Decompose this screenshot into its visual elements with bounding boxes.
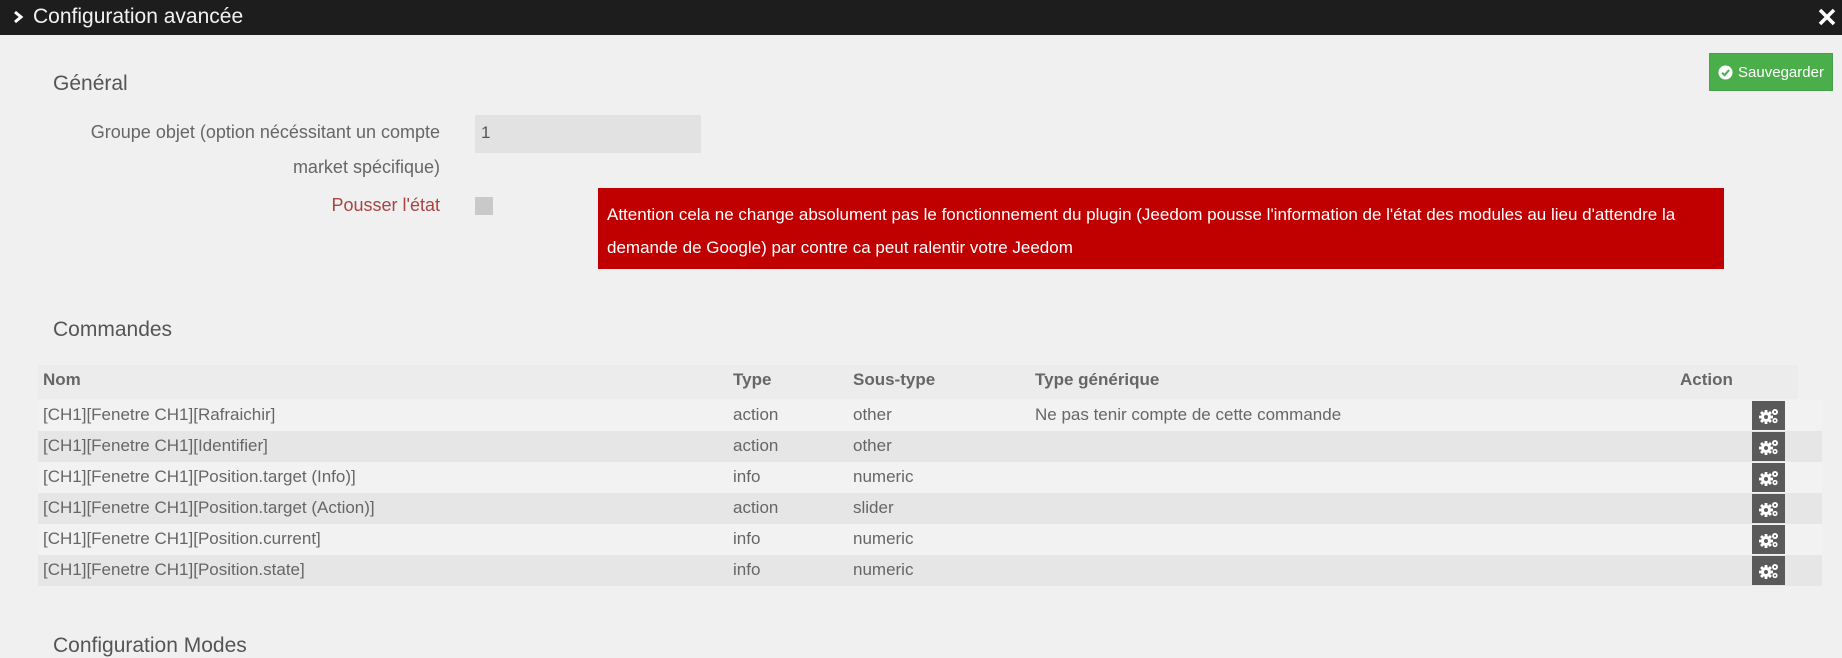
cell-sous-type: numeric	[853, 467, 914, 486]
gears-icon	[1758, 501, 1778, 517]
group-object-label: Groupe objet (option nécéssitant un comp…	[60, 115, 440, 185]
warning-alert: Attention cela ne change absolument pas …	[598, 188, 1724, 269]
group-object-label-line2: market spécifique)	[292, 157, 440, 177]
cell-type: info	[733, 560, 761, 579]
row-settings-button[interactable]	[1752, 525, 1785, 554]
cell-type: info	[733, 529, 761, 548]
gears-icon	[1758, 563, 1778, 579]
gears-icon	[1758, 408, 1778, 424]
row-settings-button[interactable]	[1752, 494, 1785, 523]
cell-type: action	[733, 498, 779, 517]
cell-nom: [CH1][Fenetre CH1][Position.target (Info…	[43, 467, 356, 486]
cell-type: info	[733, 467, 761, 486]
section-title-general: Général	[53, 72, 128, 95]
header-type: Type	[733, 370, 772, 389]
header-type-generique: Type générique	[1035, 370, 1160, 389]
cell-sous-type: other	[853, 436, 892, 455]
header-nom: Nom	[43, 370, 81, 389]
close-icon[interactable]	[1816, 6, 1838, 28]
table-row: [CH1][Fenetre CH1][Position.target (Acti…	[38, 493, 1822, 524]
cell-type: action	[733, 405, 779, 424]
gears-icon	[1758, 470, 1778, 486]
group-object-input[interactable]: 1	[475, 115, 701, 153]
push-state-label: Pousser l'état	[331, 195, 441, 215]
table-row: [CH1][Fenetre CH1][Position.current] inf…	[38, 524, 1822, 555]
commands-table-header: Nom Type Sous-type Type générique Action	[38, 365, 1798, 399]
cell-sous-type: numeric	[853, 560, 914, 579]
cell-sous-type: numeric	[853, 529, 914, 548]
chevron-right-icon	[14, 10, 24, 24]
cell-nom: [CH1][Fenetre CH1][Rafraichir]	[43, 405, 276, 424]
row-settings-button[interactable]	[1752, 463, 1785, 492]
push-state-checkbox[interactable]	[475, 197, 493, 215]
section-title-configuration-modes: Configuration Modes	[53, 634, 247, 657]
cell-nom: [CH1][Fenetre CH1][Position.current]	[43, 529, 321, 548]
header-sous-type: Sous-type	[853, 370, 936, 389]
row-settings-button[interactable]	[1752, 432, 1785, 461]
save-button[interactable]: Sauvegarder	[1709, 53, 1833, 91]
section-title-commandes: Commandes	[53, 318, 173, 341]
cell-sous-type: slider	[853, 498, 894, 517]
table-row: [CH1][Fenetre CH1][Position.state] info …	[38, 555, 1822, 586]
cell-type-generique: Ne pas tenir compte de cette commande	[1035, 405, 1342, 424]
group-object-label-line1: Groupe objet (option nécéssitant un comp…	[90, 122, 440, 142]
cell-type: action	[733, 436, 779, 455]
row-settings-button[interactable]	[1752, 401, 1785, 430]
check-circle-icon	[1718, 64, 1733, 80]
cell-nom: [CH1][Fenetre CH1][Position.target (Acti…	[43, 498, 375, 517]
table-row: [CH1][Fenetre CH1][Rafraichir] action ot…	[38, 400, 1822, 431]
gears-icon	[1758, 532, 1778, 548]
cell-nom: [CH1][Fenetre CH1][Position.state]	[43, 560, 305, 579]
row-settings-button[interactable]	[1752, 556, 1785, 585]
table-row: [CH1][Fenetre CH1][Identifier] action ot…	[38, 431, 1822, 462]
modal-titlebar: Configuration avancée	[0, 0, 1842, 35]
table-row: [CH1][Fenetre CH1][Position.target (Info…	[38, 462, 1822, 493]
cell-nom: [CH1][Fenetre CH1][Identifier]	[43, 436, 268, 455]
gears-icon	[1758, 439, 1778, 455]
header-action: Action	[1680, 370, 1733, 389]
cell-sous-type: other	[853, 405, 892, 424]
modal-title: Configuration avancée	[33, 5, 244, 28]
save-button-label: Sauvegarder	[1738, 63, 1824, 81]
